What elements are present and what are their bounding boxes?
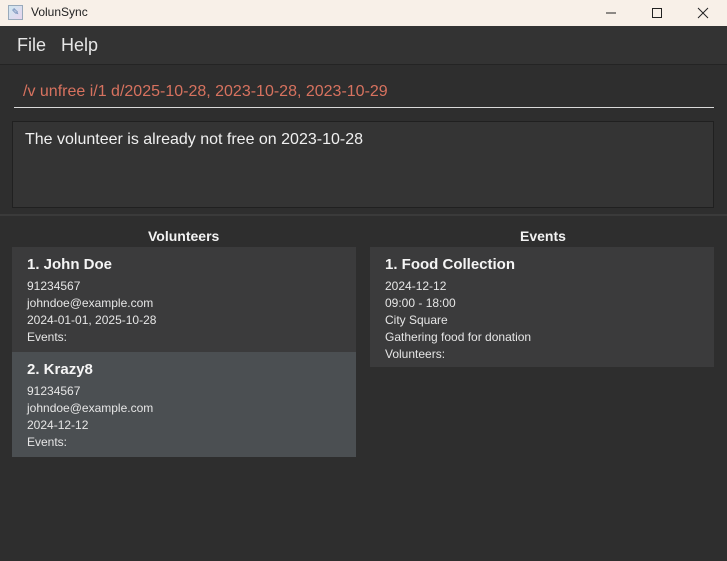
volunteer-card[interactable]: 1. John Doe 91234567 johndoe@example.com… xyxy=(12,247,356,352)
minimize-icon xyxy=(606,12,616,14)
event-description: Gathering food for donation xyxy=(385,330,532,344)
volunteer-name: 2. Krazy8 xyxy=(27,361,93,378)
event-name: 1. Food Collection xyxy=(385,256,515,273)
volunteer-name: 1. John Doe xyxy=(27,256,113,273)
command-underline xyxy=(14,107,714,108)
window-title: VolunSync xyxy=(31,5,88,19)
volunteer-email: johndoe@example.com xyxy=(27,401,154,415)
menu-bar: File Help xyxy=(0,26,727,65)
result-display: The volunteer is already not free on 202… xyxy=(12,121,714,208)
volunteer-email: johndoe@example.com xyxy=(27,296,154,310)
maximize-button[interactable] xyxy=(634,0,680,26)
event-date: 2024-12-12 xyxy=(385,279,447,293)
events-heading: Events xyxy=(520,228,566,244)
volunteer-events: Events: xyxy=(27,435,68,449)
event-card[interactable]: 1. Food Collection 2024-12-12 09:00 - 18… xyxy=(370,247,714,367)
minimize-button[interactable] xyxy=(588,0,634,26)
event-time: 09:00 - 18:00 xyxy=(385,296,456,310)
volunteer-card-selected[interactable]: 2. Krazy8 91234567 johndoe@example.com 2… xyxy=(12,352,356,457)
volunteer-phone: 91234567 xyxy=(27,384,81,398)
event-volunteers: Volunteers: xyxy=(385,347,446,361)
volunteer-phone: 91234567 xyxy=(27,279,81,293)
volunteer-events: Events: xyxy=(27,330,68,344)
command-input[interactable] xyxy=(14,77,712,107)
menu-file[interactable]: File xyxy=(17,35,46,56)
maximize-icon xyxy=(652,8,662,18)
event-location: City Square xyxy=(385,313,448,327)
app-logo-icon: ✎ xyxy=(8,5,23,20)
close-button[interactable] xyxy=(680,0,726,26)
result-message: The volunteer is already not free on 202… xyxy=(25,131,363,148)
volunteers-heading: Volunteers xyxy=(148,228,220,244)
volunteer-dates: 2024-12-12 xyxy=(27,418,89,432)
title-bar: ✎ VolunSync xyxy=(0,0,727,26)
close-icon xyxy=(697,7,709,19)
menu-help[interactable]: Help xyxy=(61,35,98,56)
section-divider xyxy=(0,214,727,216)
volunteer-dates: 2024-01-01, 2025-10-28 xyxy=(27,313,157,327)
